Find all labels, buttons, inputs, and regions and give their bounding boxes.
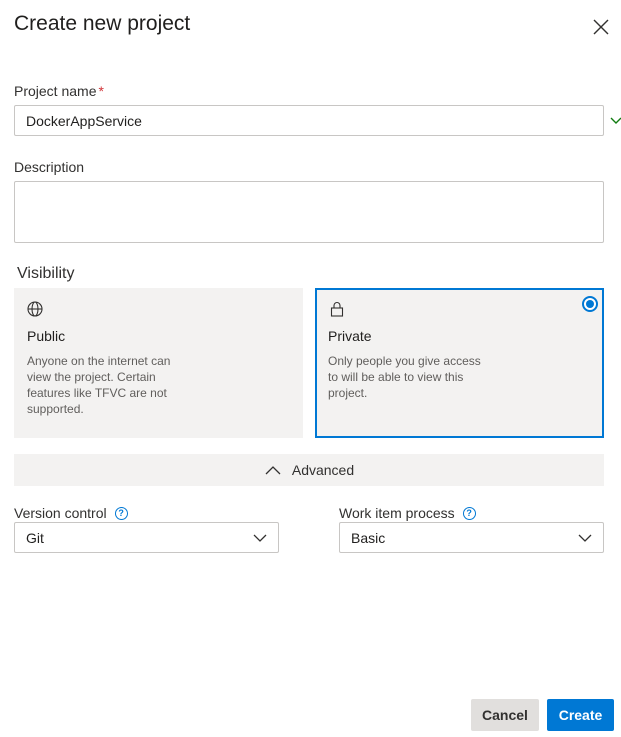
work-item-process-select[interactable]: Basic [339,522,604,553]
chevron-down-icon [253,534,267,542]
description-label: Description [14,159,85,175]
version-control-label: Version control? [14,505,128,521]
version-control-value: Git [26,529,44,546]
work-item-process-label: Work item process? [339,505,476,521]
visibility-option-private[interactable]: Private Only people you give access to w… [315,288,604,438]
cancel-button[interactable]: Cancel [471,699,539,731]
visibility-option-public[interactable]: Public Anyone on the internet can view t… [14,288,303,438]
chevron-down-icon [578,534,592,542]
help-icon[interactable]: ? [462,507,476,520]
public-title: Public [27,328,66,344]
visibility-label: Visibility [17,265,75,282]
required-mark: * [98,83,104,99]
globe-icon [27,301,43,317]
project-name-label-text: Project name [14,83,97,99]
chevron-up-icon [265,466,281,475]
lock-icon [330,302,344,317]
private-title: Private [328,328,372,344]
advanced-toggle[interactable]: Advanced [14,454,604,486]
close-icon[interactable] [588,14,614,40]
project-name-value: DockerAppService [26,112,142,129]
advanced-label: Advanced [291,462,355,478]
version-control-select[interactable]: Git [14,522,279,553]
create-button[interactable]: Create [547,699,614,731]
help-icon[interactable]: ? [114,507,128,520]
dialog-title: Create new project [14,12,191,35]
private-description: Only people you give access to will be a… [328,354,481,400]
project-name-label: Project name * [14,83,104,99]
work-item-process-label-text: Work item process [339,505,455,521]
version-control-label-text: Version control [14,505,107,521]
private-radio-selected[interactable] [582,296,598,312]
work-item-process-value: Basic [351,529,386,546]
checkmark-icon [610,117,621,124]
description-textarea[interactable] [14,181,604,243]
project-name-input[interactable]: DockerAppService [14,105,604,136]
public-description: Anyone on the internet can view the proj… [27,354,171,416]
